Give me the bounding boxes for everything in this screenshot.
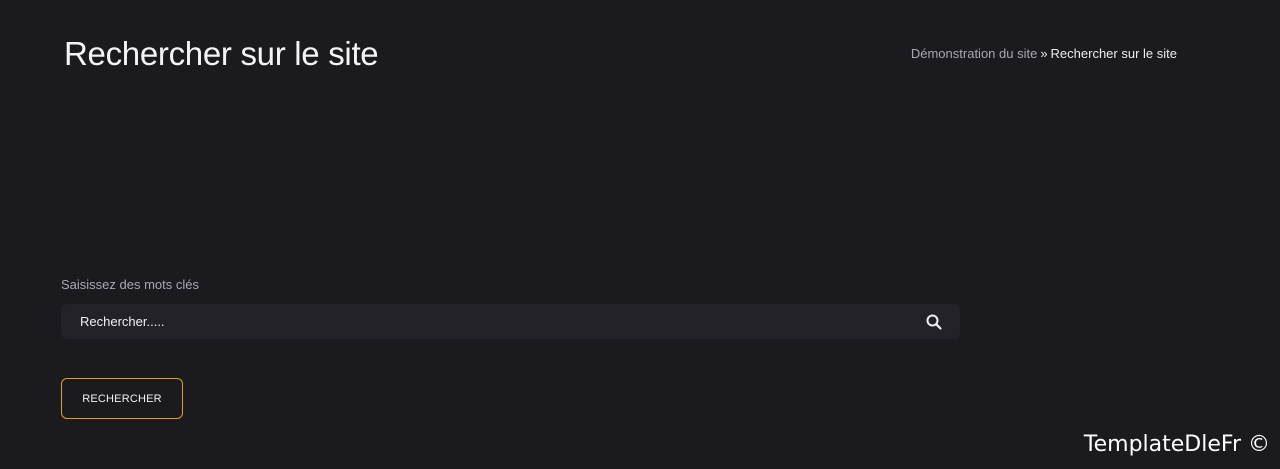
page-title: Rechercher sur le site [64,35,379,72]
breadcrumb-home-link[interactable]: Démonstration du site [911,46,1037,61]
search-box [61,304,960,339]
breadcrumb-current: Rechercher sur le site [1050,46,1177,61]
search-input[interactable] [61,304,901,339]
breadcrumb-separator: » [1040,46,1048,61]
watermark: TemplateDleFr © [1083,432,1270,457]
breadcrumb: Démonstration du site» Rechercher sur le … [911,45,1177,63]
search-label: Saisissez des mots clés [61,277,199,292]
search-submit-button[interactable]: RECHERCHER [61,378,183,419]
search-icon[interactable] [925,313,943,331]
